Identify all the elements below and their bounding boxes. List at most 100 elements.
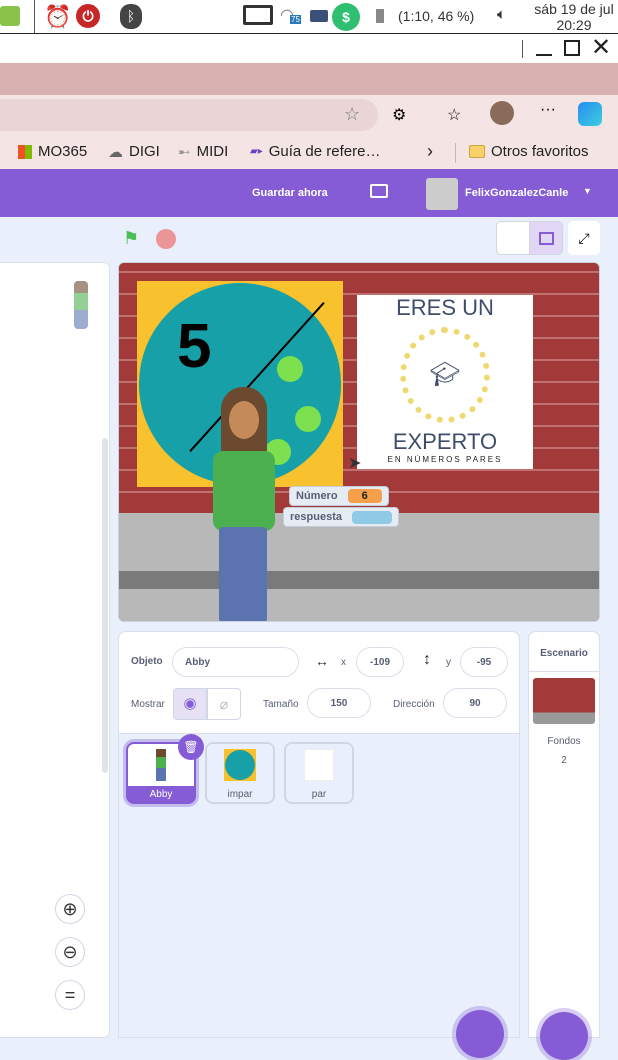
my-stuff-folder-icon[interactable]: [370, 184, 388, 198]
monitor-value: 6: [347, 489, 382, 503]
bookmark-guia[interactable]: ▰▸ Guía de refere…: [250, 143, 380, 161]
wifi-icon[interactable]: ◠ 75: [280, 5, 304, 25]
camera-icon[interactable]: [310, 10, 328, 22]
bookmarks-overflow-chevron-icon[interactable]: ›: [427, 141, 433, 162]
vpn-icon[interactable]: $: [332, 3, 360, 31]
abby-sprite[interactable]: [207, 387, 281, 621]
sprite-name: Abby: [149, 789, 173, 800]
y-label: y: [446, 657, 451, 668]
browser-tabstrip: [0, 63, 618, 95]
monitor-value: [351, 510, 392, 524]
time: 20:29: [556, 17, 592, 33]
battery-icon[interactable]: [376, 9, 384, 23]
volume-icon[interactable]: 🔈︎: [497, 6, 506, 23]
stage[interactable]: 5 ERES UN 🎓︎ EXPERTO EN NÚMEROS PARES Nú…: [118, 262, 600, 622]
zoom-reset-button[interactable]: =: [55, 980, 85, 1010]
window-titlebar: ✕: [0, 33, 618, 63]
system-taskbar: ⏰ ⏻ ᛒ ◠ 75 $ (1:10, 46 %) 🔈︎ sáb 19 de ju…: [0, 0, 618, 33]
mouse-cursor-icon: ➤: [348, 455, 362, 472]
username[interactable]: FelixGonzalezCanle: [465, 187, 568, 199]
stage-controls: ⚑ ⤢: [0, 217, 618, 261]
zoom-in-button[interactable]: ⊕: [55, 894, 85, 924]
monitor-icon[interactable]: [243, 5, 273, 25]
show-label: Mostrar: [131, 699, 165, 710]
more-icon[interactable]: ···: [540, 101, 556, 119]
maximize-button[interactable]: [564, 40, 580, 56]
midi-icon: ➸: [178, 144, 191, 161]
bookmarks-bar: MO365 ☁ DIGI ➸ MIDI ▰▸ Guía de refere… › Ot…: [0, 137, 618, 169]
minimize-button[interactable]: [536, 54, 552, 56]
guide-icon: ▰▸: [250, 146, 263, 157]
even-expert-card: ERES UN 🎓︎ EXPERTO EN NÚMEROS PARES: [357, 295, 533, 469]
size-label: Tamaño: [263, 699, 299, 710]
save-now-button[interactable]: Guardar ahora: [252, 187, 328, 199]
bookmark-label: Otros favoritos: [491, 143, 589, 160]
bookmark-digi[interactable]: ☁ DIGI: [108, 143, 160, 161]
divider: [34, 0, 35, 33]
power-icon[interactable]: ⏻: [76, 4, 100, 28]
clock[interactable]: sáb 19 de jul 20:29: [530, 1, 618, 33]
user-avatar[interactable]: [426, 178, 458, 210]
monitor-respuesta[interactable]: respuesta: [283, 507, 399, 527]
fullscreen-icon[interactable]: ⤢: [568, 221, 600, 255]
hide-eye-icon[interactable]: ⌀: [207, 688, 241, 720]
copilot-icon[interactable]: [578, 102, 602, 126]
scratch-menubar: Guardar ahora FelixGonzalezCanle ▼: [0, 169, 618, 217]
green-flag-icon[interactable]: ⚑: [123, 228, 139, 249]
alarm-clock-icon[interactable]: ⏰: [44, 4, 71, 30]
horizontal-arrows-icon: ↔: [315, 653, 329, 669]
card-title: ERES UN: [396, 295, 494, 320]
close-button[interactable]: ✕: [591, 33, 611, 62]
card-caption: EN NÚMEROS PARES: [387, 455, 503, 464]
scrollbar[interactable]: [102, 438, 108, 773]
x-label: x: [341, 657, 346, 668]
large-stage-button[interactable]: [529, 221, 563, 255]
direction-input[interactable]: 90: [443, 688, 507, 718]
favorites-icon[interactable]: ☆: [447, 105, 461, 125]
bookmark-label: MIDI: [196, 143, 229, 160]
ms-logo-icon: [18, 144, 32, 159]
sprite-thumbnail: [286, 744, 352, 786]
bookmark-mo365[interactable]: MO365: [18, 143, 87, 160]
stop-icon[interactable]: [156, 229, 176, 249]
sprite-tile-impar[interactable]: impar: [205, 742, 275, 804]
address-bar[interactable]: ☆: [0, 99, 378, 131]
add-sprite-button[interactable]: [456, 1010, 504, 1058]
sprite-thumbnail: [207, 744, 273, 786]
code-area[interactable]: ⊕ ⊖ =: [0, 262, 110, 1038]
card-number: 5: [177, 312, 212, 381]
sprite-info-panel: Objeto Abby ↔ x -109 ↕ y -95 Mostrar ◉ ⌀…: [118, 631, 520, 734]
star-icon[interactable]: ☆: [344, 104, 360, 125]
sprite-tile-par[interactable]: par: [284, 742, 354, 804]
laurel-book-icon: 🎓︎: [400, 327, 490, 423]
backdrop-thumbnail: [533, 678, 595, 724]
zoom-out-button[interactable]: ⊖: [55, 937, 85, 967]
size-input[interactable]: 150: [307, 688, 371, 718]
chevron-down-icon[interactable]: ▼: [583, 186, 592, 196]
app-icon[interactable]: [0, 6, 20, 26]
monitor-numero[interactable]: Número 6: [289, 486, 389, 506]
stage-target-panel[interactable]: Escenario Fondos 2: [528, 631, 600, 1038]
bookmark-label: DIGI: [129, 143, 160, 160]
divider: [522, 40, 523, 58]
sprite-name-input[interactable]: Abby: [172, 647, 299, 677]
profile-avatar[interactable]: [490, 101, 514, 125]
cloud-icon: ☁: [108, 144, 123, 161]
small-stage-button[interactable]: [496, 221, 530, 255]
vertical-arrows-icon: ↕: [423, 651, 431, 668]
bluetooth-icon[interactable]: ᛒ: [120, 4, 142, 29]
direction-label: Dirección: [393, 699, 435, 710]
card-subtitle: EXPERTO: [392, 429, 498, 454]
add-backdrop-button[interactable]: [540, 1012, 588, 1060]
delete-sprite-trash-icon[interactable]: 🗑︎: [178, 734, 204, 760]
bookmark-other-favorites[interactable]: Otros favoritos: [469, 143, 589, 160]
divider: [455, 143, 456, 163]
y-input[interactable]: -95: [460, 647, 508, 677]
show-eye-icon[interactable]: ◉: [173, 688, 207, 720]
sprite-name: impar: [227, 789, 253, 800]
bookmark-midi[interactable]: ➸ MIDI: [178, 143, 228, 161]
x-input[interactable]: -109: [356, 647, 404, 677]
monitor-label: Número: [296, 490, 338, 502]
extensions-icon[interactable]: ⚙: [392, 105, 406, 125]
monitor-label: respuesta: [290, 511, 342, 523]
